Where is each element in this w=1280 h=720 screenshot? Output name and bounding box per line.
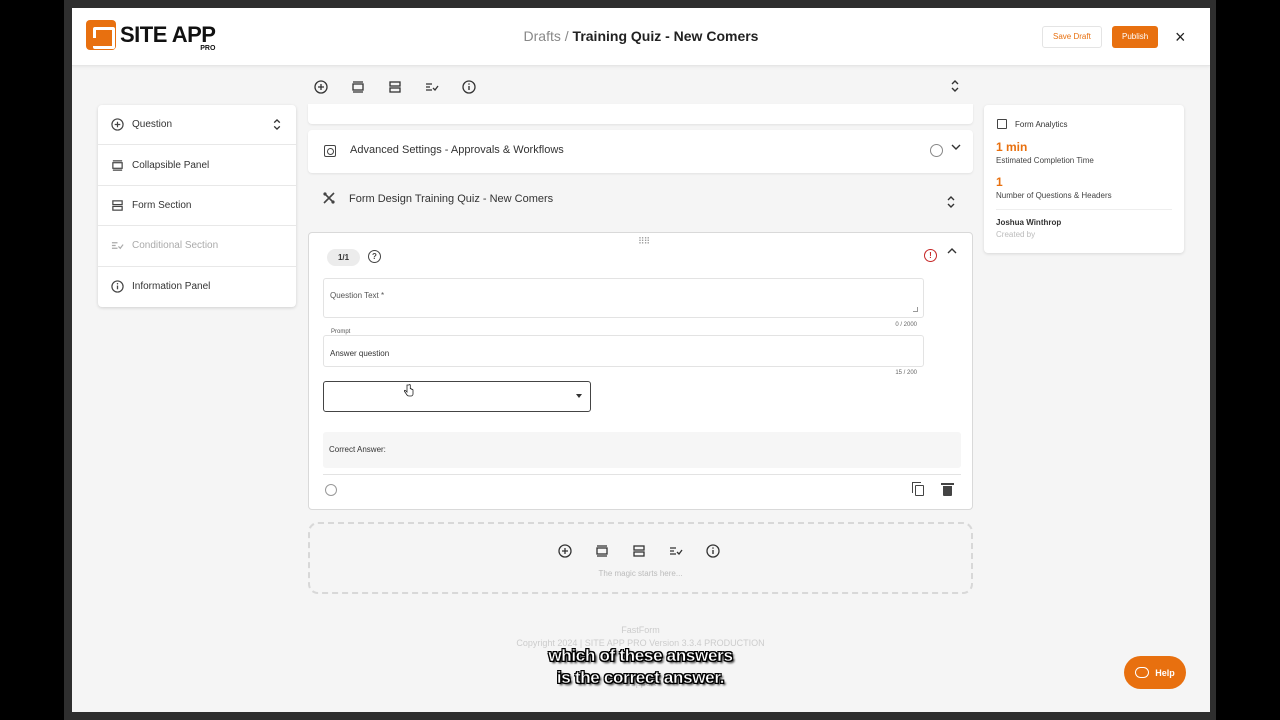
question-char-count: 0 / 2000 (895, 322, 917, 328)
author-name: Joshua Winthrop (996, 218, 1062, 227)
chevron-down-icon[interactable] (951, 143, 961, 154)
help-button[interactable]: Help (1124, 656, 1186, 689)
sidebar-item-label: Conditional Section (132, 240, 219, 252)
drag-handle-icon[interactable]: ⠿⠿ (638, 236, 650, 247)
add-form-section-icon[interactable] (628, 540, 650, 562)
add-collapsible-panel-icon[interactable] (591, 540, 613, 562)
add-form-section-icon[interactable] (384, 76, 406, 98)
subtitle-line-2: is the correct answer. (556, 668, 725, 687)
question-count-label: Number of Questions & Headers (996, 191, 1112, 200)
prompt-field[interactable]: Prompt Answer question (323, 329, 924, 367)
question-text-placeholder: Question Text * (330, 291, 385, 300)
chevron-up-icon[interactable] (947, 247, 957, 258)
previous-card-stub (308, 104, 973, 124)
add-question-icon[interactable] (310, 76, 332, 98)
completion-time-label: Estimated Completion Time (996, 156, 1094, 165)
question-card: ⠿⠿ 1/1 ? ! Question Text * 0 / 2000 Prom… (308, 232, 973, 510)
form-section-icon (110, 198, 124, 212)
duplicate-icon[interactable] (912, 482, 924, 496)
pointer-cursor-icon (403, 384, 414, 400)
answer-type-select[interactable] (323, 381, 591, 412)
component-sidebar: Question Collapsible Panel Form Section … (98, 105, 296, 307)
sidebar-item-label: Question (132, 119, 173, 131)
breadcrumb-drafts-link[interactable]: Drafts / (524, 28, 569, 44)
breadcrumb: Drafts / Training Quiz - New Comers (72, 28, 1210, 44)
dropzone-text: The magic starts here... (598, 569, 683, 578)
add-conditional-section-icon[interactable] (665, 540, 687, 562)
expand-collapse-all-icon[interactable] (950, 79, 960, 98)
footer-product: FastForm (621, 625, 660, 635)
chat-bubble-icon (1135, 667, 1150, 678)
resize-handle-icon[interactable] (913, 307, 918, 312)
correct-answer-row: Correct Answer: (323, 432, 961, 468)
help-circle-icon[interactable]: ? (368, 250, 381, 263)
app-window: SITE APP PRO Drafts / Training Quiz - Ne… (72, 8, 1210, 712)
add-information-panel-icon[interactable] (702, 540, 724, 562)
page-title: Training Quiz - New Comers (572, 28, 759, 44)
add-circle-icon (110, 118, 124, 132)
sidebar-item-question[interactable]: Question (98, 105, 296, 146)
settings-box-icon (324, 145, 336, 157)
analytics-divider (996, 209, 1172, 210)
add-component-dropzone[interactable]: The magic starts here... (308, 522, 973, 594)
correct-answer-label: Correct Answer: (329, 445, 386, 454)
sidebar-item-collapsible-panel[interactable]: Collapsible Panel (98, 145, 296, 186)
completion-time-value: 1 min (996, 140, 1028, 154)
delete-icon[interactable] (941, 483, 954, 496)
sidebar-item-label: Information Panel (132, 281, 211, 293)
analytics-title: Form Analytics (1015, 119, 1068, 129)
help-label: Help (1155, 667, 1175, 678)
form-analytics-card: Form Analytics 1 min Estimated Completio… (984, 105, 1184, 253)
unfold-icon[interactable] (272, 118, 282, 132)
card-divider (323, 474, 961, 475)
advanced-settings-label: Advanced Settings - Approvals & Workflow… (350, 144, 564, 156)
question-text-field[interactable]: Question Text * (323, 278, 924, 318)
author-label: Created by (996, 230, 1036, 239)
analytics-header: Form Analytics (997, 119, 1067, 129)
add-information-panel-icon[interactable] (458, 76, 480, 98)
question-number-badge: 1/1 (327, 249, 360, 266)
advanced-settings-panel[interactable]: Advanced Settings - Approvals & Workflow… (308, 130, 973, 173)
form-section-title: Form Design Training Quiz - New Comers (349, 193, 554, 205)
sidebar-item-label: Form Section (132, 199, 192, 211)
prompt-label: Prompt (330, 329, 352, 335)
close-icon[interactable]: × (1175, 27, 1186, 47)
top-bar: SITE APP PRO Drafts / Training Quiz - Ne… (72, 8, 1210, 66)
design-tools-icon (322, 191, 336, 208)
dropdown-arrow-icon (576, 394, 582, 398)
add-question-icon[interactable] (554, 540, 576, 562)
save-draft-button[interactable]: Save Draft (1042, 26, 1102, 48)
info-icon (110, 280, 124, 294)
sidebar-item-conditional-section: Conditional Section (98, 226, 296, 267)
question-count-value: 1 (996, 175, 1003, 189)
subtitle-line-1: which of these answers (548, 646, 733, 665)
logo-sub-text: PRO (200, 45, 216, 52)
globe-icon[interactable] (325, 484, 337, 496)
conditional-section-icon (110, 239, 124, 253)
globe-icon (930, 144, 943, 157)
add-conditional-section-icon[interactable] (421, 76, 443, 98)
prompt-char-count: 15 / 200 (895, 370, 917, 376)
error-icon: ! (924, 249, 937, 262)
section-unfold-icon[interactable] (946, 195, 956, 210)
analytics-chart-icon (997, 119, 1007, 129)
sidebar-item-form-section[interactable]: Form Section (98, 186, 296, 227)
add-collapsible-panel-icon[interactable] (347, 76, 369, 98)
publish-button[interactable]: Publish (1112, 26, 1159, 48)
sidebar-item-information-panel[interactable]: Information Panel (98, 267, 296, 307)
prompt-value: Answer question (330, 349, 390, 358)
sidebar-item-label: Collapsible Panel (132, 159, 210, 171)
collapsible-panel-icon (110, 158, 124, 172)
